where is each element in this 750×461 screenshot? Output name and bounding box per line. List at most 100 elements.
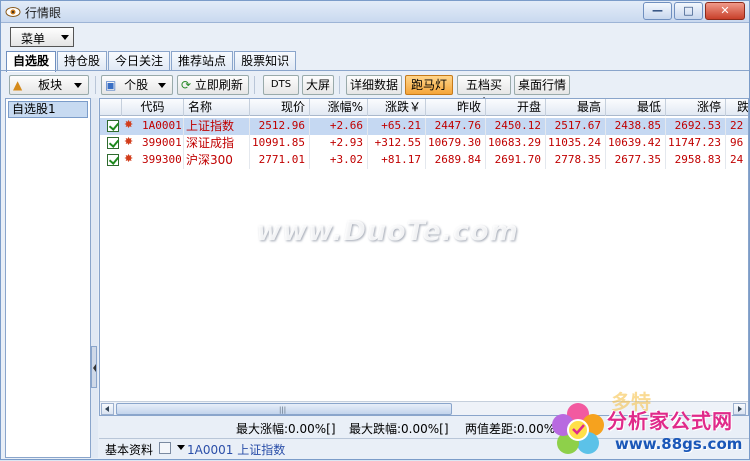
dts-button[interactable]: DTS <box>263 75 299 95</box>
header-name[interactable]: 名称 <box>184 99 250 116</box>
desktop-quote-button[interactable]: 桌面行情 <box>514 75 570 95</box>
cell-high: 2778.35 <box>546 152 606 169</box>
cell-low: 2438.85 <box>606 118 666 135</box>
cell-code: 1A0001 <box>140 118 184 135</box>
tab-today-focus[interactable]: 今日关注 <box>108 51 171 71</box>
close-button[interactable]: ✕ <box>705 2 745 20</box>
info-selector-dropdown[interactable] <box>159 440 185 454</box>
sector-label: 板块 <box>38 78 63 92</box>
header-open[interactable]: 开盘 <box>486 99 546 116</box>
tab-bar: 自选股 持仓股 今日关注 推荐站点 股票知识 <box>6 51 297 72</box>
group-list-panel: 自选股1 <box>5 98 91 458</box>
table-header: 代码 名称 现价 涨幅% 涨跌￥ 昨收 开盘 最高 最低 涨停 跌停 <box>100 99 748 116</box>
cell-price: 2512.96 <box>250 118 310 135</box>
maximize-icon: □ <box>683 4 694 17</box>
header-change[interactable]: 涨跌￥ <box>368 99 426 116</box>
cell-prev-close: 2447.76 <box>426 118 486 135</box>
marquee-button[interactable]: 跑马灯 <box>405 75 453 95</box>
cell-low: 2677.35 <box>606 152 666 169</box>
cell-code: 399001 <box>140 135 184 152</box>
header-code[interactable]: 代码 <box>122 99 184 116</box>
site-logo: 分析家公式网 www.88gs.com <box>549 399 750 461</box>
cell-limit-down: 96 <box>726 135 748 152</box>
cell-price: 10991.85 <box>250 135 310 152</box>
tab-stock-knowledge[interactable]: 股票知识 <box>234 51 297 71</box>
max-fall-status: 最大跌幅:0.00%[] <box>349 422 449 436</box>
table-row[interactable]: ✸ 1A0001 上证指数 2512.96 +2.66 +65.21 2447.… <box>100 118 748 135</box>
difference-status: 两值差距:0.00% <box>465 422 556 436</box>
collapse-handle[interactable] <box>91 346 97 388</box>
window-title: 行情眼 <box>25 6 62 20</box>
group-item-watchlist-1[interactable]: 自选股1 <box>8 101 88 118</box>
minimize-icon: — <box>652 4 663 17</box>
refresh-icon: ⟳ <box>181 78 192 92</box>
cell-change: +81.17 <box>368 152 426 169</box>
site-title: 分析家公式网 <box>607 409 733 433</box>
title-bar[interactable]: 行情眼 — □ ✕ <box>1 1 749 23</box>
header-price[interactable]: 现价 <box>250 99 310 116</box>
panel-splitter[interactable] <box>91 98 98 458</box>
arrow-left-icon <box>105 406 109 412</box>
grip-icon: ||| <box>279 406 287 414</box>
cell-high: 2517.67 <box>546 118 606 135</box>
row-checkbox[interactable] <box>107 154 119 166</box>
cell-limit-down: 22 <box>726 118 748 135</box>
cell-change-pct: +3.02 <box>310 152 368 169</box>
cell-open: 10683.29 <box>486 135 546 152</box>
row-checkbox[interactable] <box>107 120 119 132</box>
big-screen-button[interactable]: 大屏 <box>302 75 334 95</box>
scrollbar-thumb[interactable]: ||| <box>116 403 452 415</box>
duote-watermark: www.DuoTe.com <box>256 216 519 247</box>
cell-code: 399300 <box>140 152 184 169</box>
quote-table: 代码 名称 现价 涨幅% 涨跌￥ 昨收 开盘 最高 最低 涨停 跌停 ✸ 1A0… <box>99 98 749 416</box>
cell-prev-close: 10679.30 <box>426 135 486 152</box>
detail-data-button[interactable]: 详细数据 <box>346 75 402 95</box>
cell-open: 2691.70 <box>486 152 546 169</box>
current-stock-label: 1A0001 上证指数 <box>187 443 286 457</box>
star-icon: ✸ <box>124 152 134 165</box>
star-icon: ✸ <box>124 135 134 148</box>
cell-change-pct: +2.66 <box>310 118 368 135</box>
cell-low: 10639.42 <box>606 135 666 152</box>
header-limit-up[interactable]: 涨停 <box>666 99 726 116</box>
tab-recommended-sites[interactable]: 推荐站点 <box>171 51 234 71</box>
header-high[interactable]: 最高 <box>546 99 606 116</box>
table-row[interactable]: ✸ 399001 深证成指 10991.85 +2.93 +312.55 106… <box>100 135 748 152</box>
refresh-label: 立即刷新 <box>194 78 243 92</box>
app-window: 行情眼 — □ ✕ 菜单 自选股 持仓股 今日关注 推荐站点 股票知识 ▲ 板块… <box>0 0 750 460</box>
minimize-button[interactable]: — <box>643 2 672 20</box>
close-icon: ✕ <box>720 4 730 17</box>
cell-limit-up: 2692.53 <box>666 118 726 135</box>
cell-price: 2771.01 <box>250 152 310 169</box>
header-limit-down[interactable]: 跌停 <box>726 99 748 116</box>
basic-info-label: 基本资料 <box>105 443 154 457</box>
table-row[interactable]: ✸ 399300 沪深300 2771.01 +3.02 +81.17 2689… <box>100 152 748 169</box>
stock-dropdown[interactable]: ▣ 个股 <box>101 75 173 95</box>
header-prev-close[interactable]: 昨收 <box>426 99 486 116</box>
tab-watchlist[interactable]: 自选股 <box>6 51 57 72</box>
refresh-button[interactable]: ⟳ 立即刷新 <box>177 75 249 95</box>
toolbar: ▲ 板块 ▣ 个股 ⟳ 立即刷新 DTS 大屏 详细数据 跑马灯 五档买卖 桌面… <box>1 73 749 110</box>
maximize-button[interactable]: □ <box>674 2 703 20</box>
sector-dropdown[interactable]: ▲ 板块 <box>9 75 89 95</box>
eye-app-icon <box>5 7 21 17</box>
cell-change-pct: +2.93 <box>310 135 368 152</box>
toolbar-separator <box>339 76 340 94</box>
cell-limit-down: 24 <box>726 152 748 169</box>
row-checkbox[interactable] <box>107 137 119 149</box>
toolbar-separator <box>254 76 255 94</box>
tab-holdings[interactable]: 持仓股 <box>57 51 108 71</box>
stock-label: 个股 <box>124 78 149 92</box>
sector-icon: ▲ <box>13 78 23 92</box>
site-url: www.88gs.com <box>615 435 743 453</box>
document-icon <box>159 441 171 454</box>
scroll-left-button[interactable] <box>101 403 114 415</box>
header-change-pct[interactable]: 涨幅% <box>310 99 368 116</box>
cell-name: 沪深300 <box>184 152 250 169</box>
five-level-quote-button[interactable]: 五档买卖 <box>457 75 511 110</box>
cell-open: 2450.12 <box>486 118 546 135</box>
main-menu-dropdown[interactable]: 菜单 <box>10 27 74 47</box>
header-low[interactable]: 最低 <box>606 99 666 116</box>
chevron-left-icon <box>93 364 96 372</box>
stock-icon: ▣ <box>105 78 117 92</box>
